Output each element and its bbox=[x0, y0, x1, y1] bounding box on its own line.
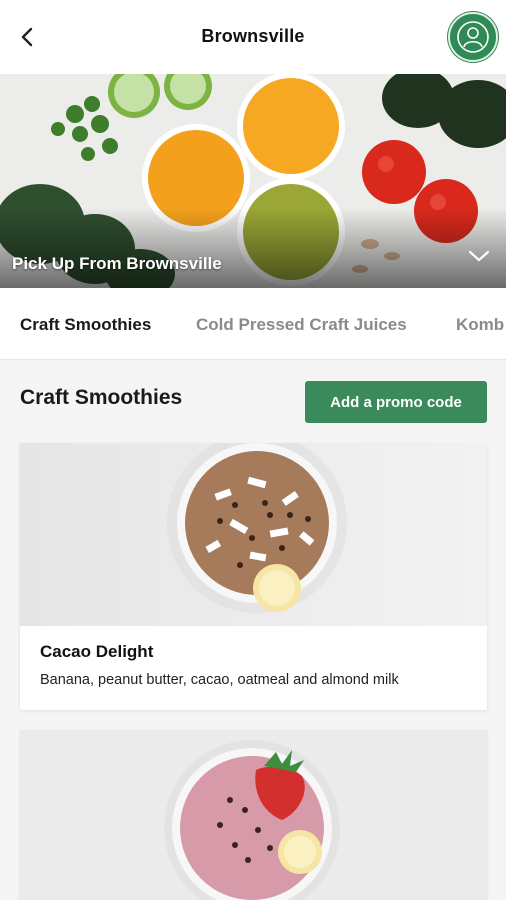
page-title: Brownsville bbox=[201, 26, 305, 46]
store-hero[interactable]: Pick Up From Brownsville bbox=[0, 74, 506, 288]
profile-button[interactable] bbox=[448, 12, 498, 62]
product-card-cacao-delight[interactable]: Cacao Delight Banana, peanut butter, cac… bbox=[20, 443, 487, 710]
section-title: Craft Smoothies bbox=[20, 386, 183, 409]
product-image bbox=[20, 730, 487, 900]
product-card[interactable] bbox=[20, 730, 487, 900]
category-tabs: Craft Smoothies Cold Pressed Craft Juice… bbox=[0, 288, 506, 360]
chevron-down-icon bbox=[468, 250, 490, 262]
add-promo-code-button[interactable]: Add a promo code bbox=[305, 381, 487, 423]
smoothie-photo bbox=[20, 730, 487, 900]
tab-kombucha[interactable]: Komb bbox=[456, 315, 504, 335]
product-description: Banana, peanut butter, cacao, oatmeal an… bbox=[40, 672, 399, 688]
expand-button[interactable] bbox=[468, 249, 490, 268]
product-name: Cacao Delight bbox=[40, 642, 154, 661]
hero-overlay bbox=[0, 208, 506, 288]
smoothie-photo bbox=[20, 443, 487, 626]
tab-cold-pressed-craft-juices[interactable]: Cold Pressed Craft Juices bbox=[196, 315, 407, 335]
tab-craft-smoothies[interactable]: Craft Smoothies bbox=[20, 315, 151, 335]
user-icon bbox=[457, 21, 489, 53]
top-bar: Brownsville bbox=[0, 0, 506, 74]
product-image bbox=[20, 443, 487, 626]
pickup-location-label: Pick Up From Brownsville bbox=[12, 254, 222, 273]
